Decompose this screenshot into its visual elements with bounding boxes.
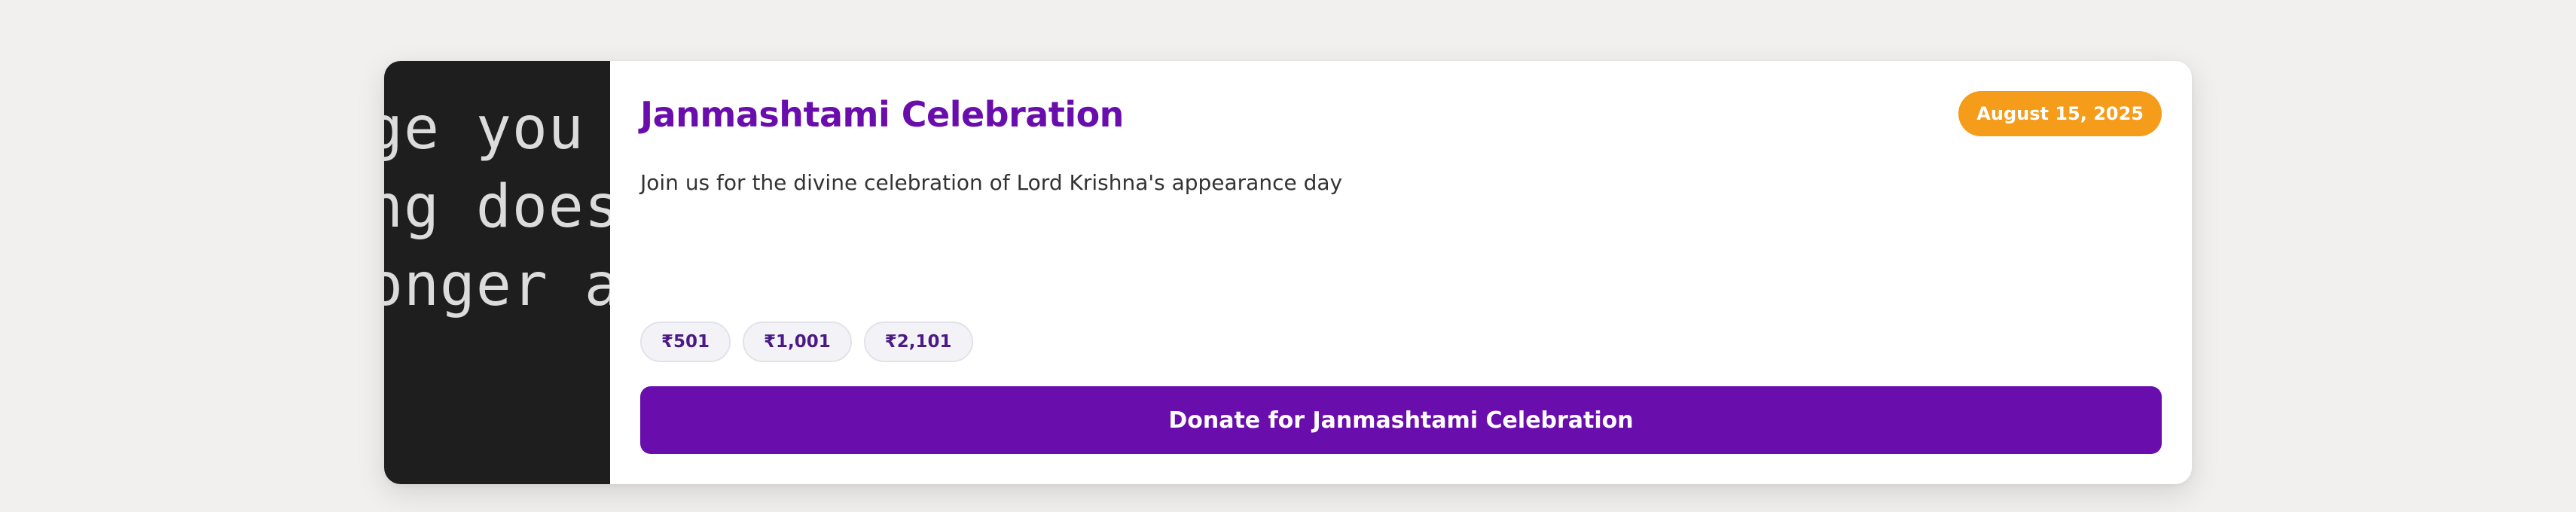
event-date-badge: August 15, 2025 xyxy=(1958,91,2162,136)
event-thumbnail: ge you a ng does onger a xyxy=(384,61,610,484)
donation-amount-options: ₹501 ₹1,001 ₹2,101 xyxy=(640,322,973,362)
donate-button[interactable]: Donate for Janmashtami Celebration xyxy=(640,386,2162,454)
event-card: ge you a ng does onger a Janmashtami Cel… xyxy=(384,61,2192,484)
thumbnail-text: ge you a ng does onger a xyxy=(384,95,610,319)
event-content: Janmashtami Celebration August 15, 2025 … xyxy=(610,61,2192,484)
event-title: Janmashtami Celebration xyxy=(640,94,1124,135)
event-description: Join us for the divine celebration of Lo… xyxy=(640,170,1343,195)
amount-option-1001[interactable]: ₹1,001 xyxy=(743,322,852,362)
amount-option-2101[interactable]: ₹2,101 xyxy=(863,322,973,362)
amount-option-501[interactable]: ₹501 xyxy=(640,322,731,362)
